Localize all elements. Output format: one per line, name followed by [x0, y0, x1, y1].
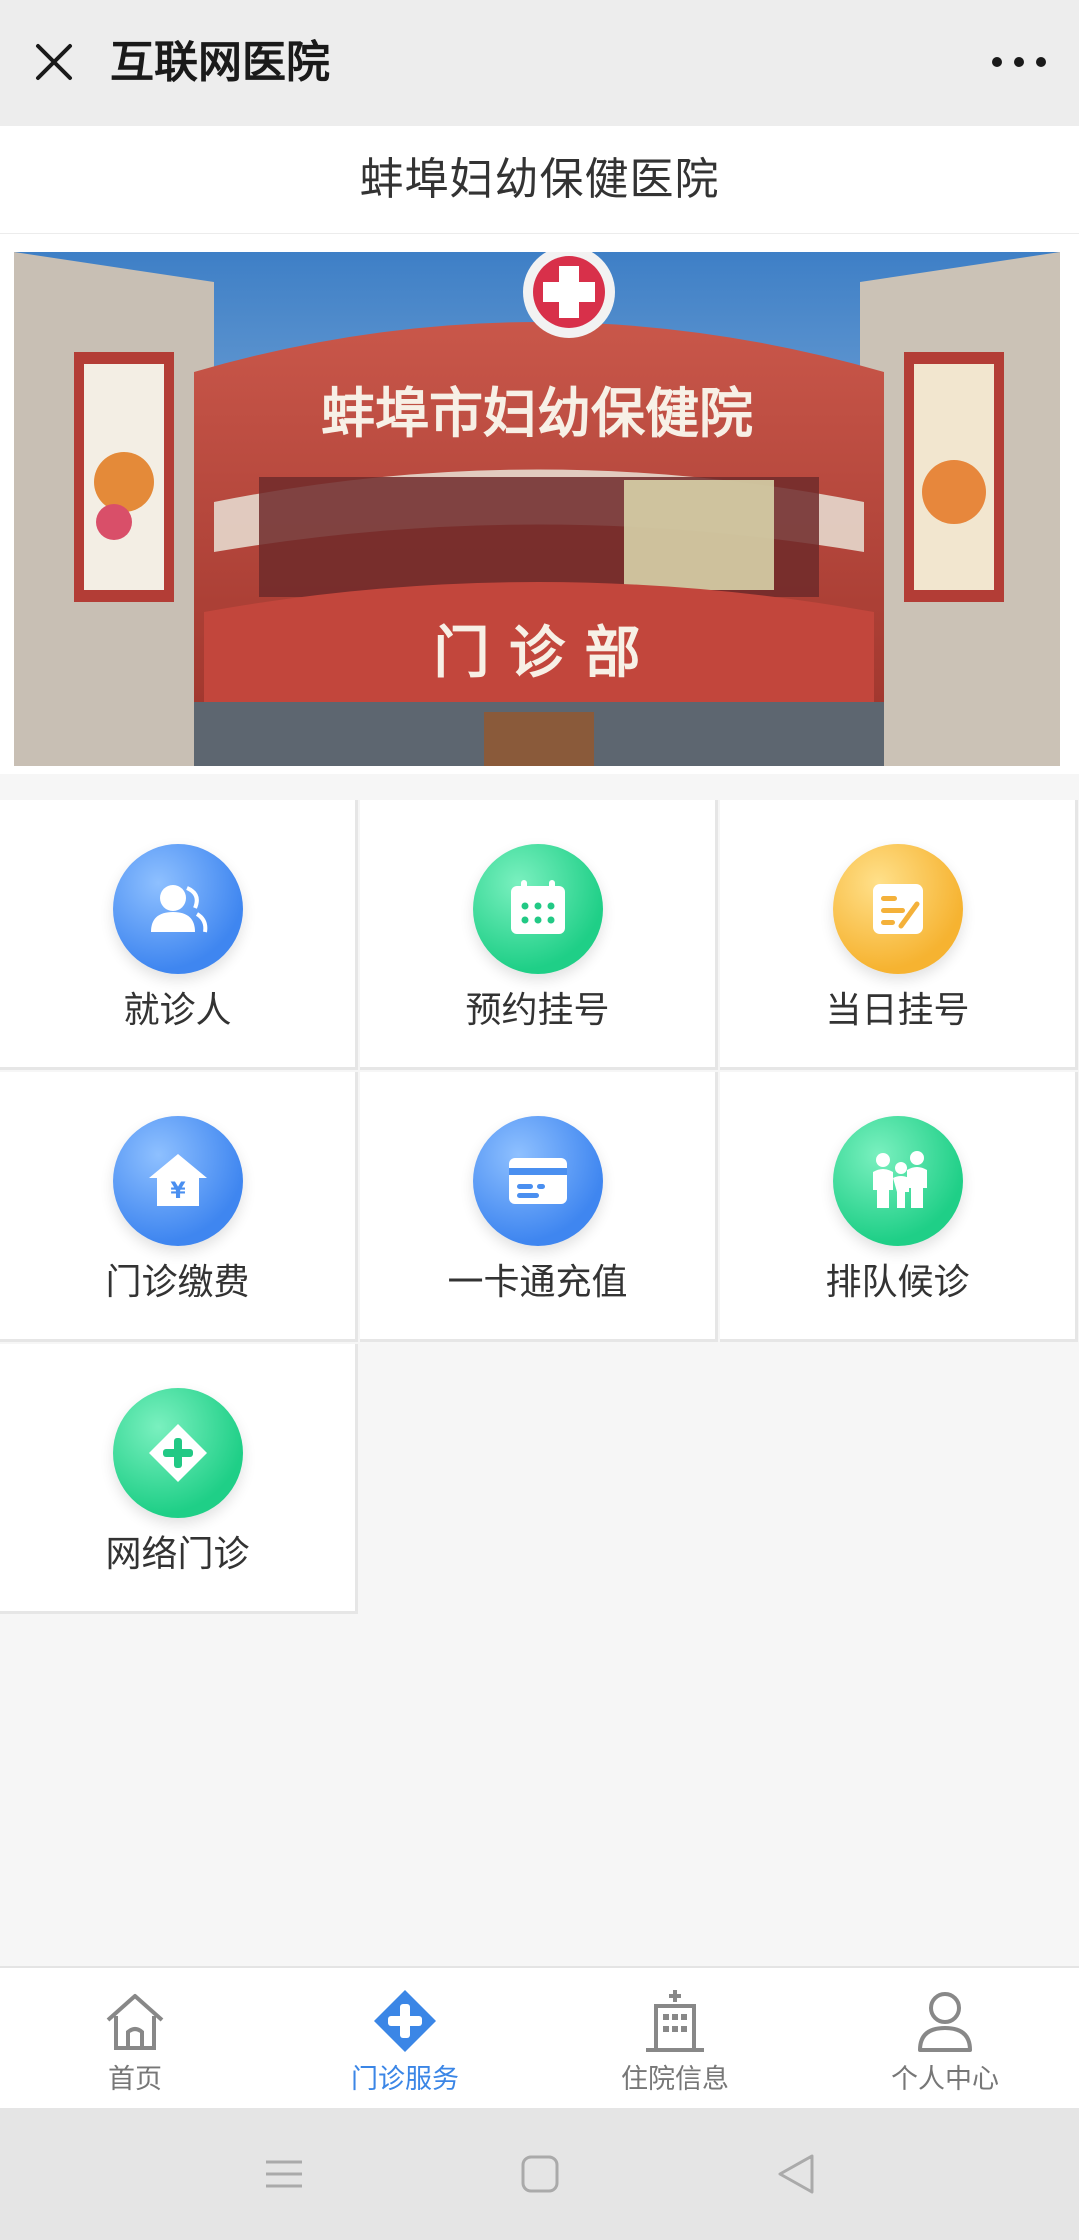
top-bar: 互联网医院 [0, 0, 1079, 126]
more-dots-icon[interactable] [987, 50, 1051, 74]
svg-text:¥: ¥ [170, 1179, 186, 1204]
tab-personal-center[interactable]: 个人中心 [810, 1968, 1079, 2110]
tab-label: 门诊服务 [351, 2064, 459, 2095]
calendar-icon [472, 844, 603, 974]
tab-home[interactable]: 首页 [0, 1968, 270, 2110]
service-label: 当日挂号 [825, 990, 970, 1031]
window-title: 互联网医院 [110, 37, 330, 88]
service-patient[interactable]: 就诊人 [0, 800, 358, 1070]
service-label: 就诊人 [123, 990, 232, 1031]
queue-people-icon [832, 1116, 963, 1246]
system-nav-bar [0, 2108, 1079, 2240]
home-icon [106, 1994, 164, 2050]
plus-icon [112, 1388, 243, 1518]
payment-house-icon: ¥ [112, 1116, 243, 1246]
service-label: 门诊缴费 [105, 1262, 250, 1303]
home-square-icon[interactable] [518, 2152, 562, 2196]
service-online-clinic[interactable]: 网络门诊 [0, 1344, 358, 1614]
hospital-name: 蚌埠妇幼保健医院 [359, 154, 720, 205]
bottom-tab-bar: 首页 门诊服务 住院信息 个人中心 [0, 1966, 1079, 2108]
service-appointment[interactable]: 预约挂号 [360, 800, 718, 1070]
tab-inpatient-info[interactable]: 住院信息 [540, 1968, 810, 2110]
note-edit-icon [832, 844, 963, 974]
hospital-building-icon [646, 1990, 704, 2052]
service-same-day[interactable]: 当日挂号 [720, 800, 1078, 1070]
tab-label: 个人中心 [891, 2064, 999, 2095]
back-triangle-icon[interactable] [774, 2152, 818, 2196]
tab-label: 住院信息 [621, 2064, 729, 2095]
user-icon [918, 1992, 972, 2052]
service-label: 一卡通充值 [447, 1262, 628, 1303]
service-payment[interactable]: ¥ 门诊缴费 [0, 1072, 358, 1342]
service-label: 排队候诊 [825, 1262, 970, 1303]
service-card-recharge[interactable]: 一卡通充值 [360, 1072, 718, 1342]
medical-cross-icon [374, 1990, 436, 2052]
banner-section: 蚌埠市妇幼保健院 门 诊 部 [0, 234, 1079, 774]
hospital-banner-image[interactable]: 蚌埠市妇幼保健院 门 诊 部 [14, 252, 1060, 766]
banner-sign-sub: 门 诊 部 [434, 620, 641, 686]
menu-icon[interactable] [262, 2152, 306, 2196]
service-queue[interactable]: 排队候诊 [720, 1072, 1078, 1342]
patient-icon [112, 844, 243, 974]
close-icon[interactable] [30, 38, 78, 86]
service-label: 预约挂号 [465, 990, 610, 1031]
tab-label: 首页 [108, 2064, 162, 2095]
hospital-header: 蚌埠妇幼保健医院 [0, 126, 1079, 234]
card-icon [472, 1116, 603, 1246]
service-label: 网络门诊 [105, 1534, 250, 1575]
banner-sign-main: 蚌埠市妇幼保健院 [321, 381, 753, 445]
tab-outpatient-services[interactable]: 门诊服务 [270, 1968, 540, 2110]
